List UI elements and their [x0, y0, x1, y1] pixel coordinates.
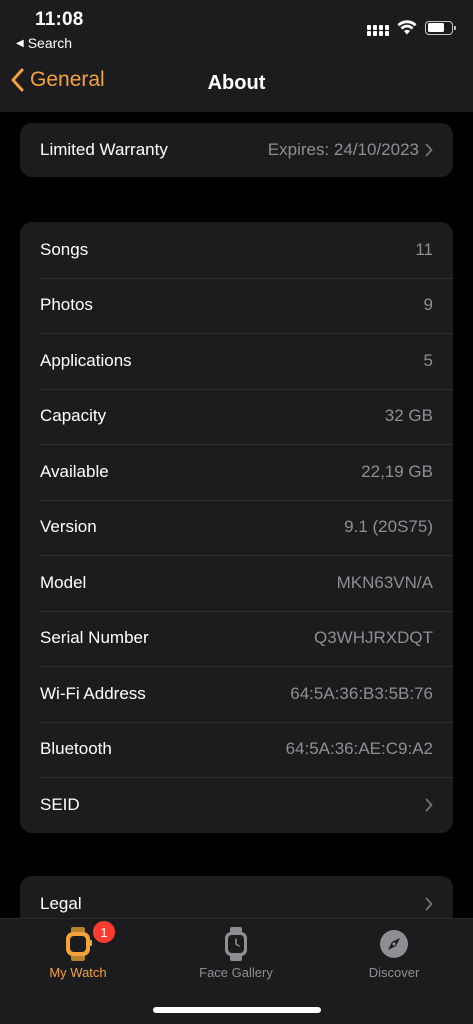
info-row-applications: Applications 5 — [20, 333, 453, 389]
info-value: MKN63VN/A — [336, 572, 433, 592]
notification-badge: 1 — [93, 921, 115, 943]
cellular-signal-icon — [367, 25, 389, 30]
info-label: Wi-Fi Address — [40, 683, 146, 703]
chevron-right-icon — [425, 897, 433, 911]
info-row-songs: Songs 11 — [20, 222, 453, 278]
legal-label: Legal — [40, 893, 82, 913]
tab-face-gallery[interactable]: Face Gallery — [166, 927, 306, 980]
seid-row[interactable]: SEID — [20, 777, 453, 833]
info-label: Songs — [40, 239, 89, 259]
info-row-version: Version 9.1 (20S75) — [20, 499, 453, 556]
status-icons — [367, 20, 456, 35]
info-label: Version — [40, 517, 97, 537]
info-row-serial-number: Serial Number Q3WHJRXDQT — [20, 610, 453, 667]
tab-my-watch[interactable]: 1 My Watch — [8, 921, 148, 980]
navigation-bar: General About — [0, 56, 473, 112]
device-info-group: Songs 11 Photos 9 Applications 5 Capacit… — [20, 222, 453, 833]
limited-warranty-row[interactable]: Limited Warranty Expires: 24/10/2023 — [20, 123, 453, 177]
page-title: About — [207, 72, 266, 94]
info-label: Photos — [40, 295, 93, 315]
warranty-group: Limited Warranty Expires: 24/10/2023 — [20, 123, 453, 177]
info-label: Bluetooth — [40, 739, 112, 759]
tab-discover[interactable]: Discover — [324, 927, 464, 980]
wifi-icon — [397, 20, 417, 35]
info-value: 22,19 GB — [361, 461, 433, 481]
info-label: Available — [40, 461, 109, 481]
info-label: Serial Number — [40, 628, 149, 648]
about-screen: 11:08 ◀ Search General About Limited War… — [0, 0, 473, 1024]
info-label: Applications — [40, 350, 132, 370]
chevron-right-icon — [425, 143, 433, 157]
battery-icon — [425, 20, 456, 35]
info-row-available: Available 22,19 GB — [20, 444, 453, 500]
tab-my-watch-label: My Watch — [49, 965, 107, 980]
status-time: 11:08 — [35, 9, 84, 30]
info-label: Capacity — [40, 406, 107, 426]
back-to-app-link[interactable]: ◀ Search — [16, 35, 72, 51]
info-value: 9.1 (20S75) — [344, 517, 433, 537]
limited-warranty-value: Expires: 24/10/2023 — [267, 140, 419, 159]
info-value: 64:5A:36:AE:C9:A2 — [285, 739, 433, 759]
info-value: 5 — [423, 350, 433, 370]
home-indicator[interactable] — [153, 1007, 321, 1013]
watch-face-icon — [225, 927, 247, 961]
watch-icon — [66, 927, 92, 961]
info-value: 32 GB — [384, 406, 433, 426]
back-triangle-icon: ◀ — [16, 37, 24, 49]
tab-discover-label: Discover — [368, 965, 420, 980]
info-value: 9 — [423, 295, 433, 315]
compass-icon — [380, 930, 408, 958]
info-row-wifi-address: Wi-Fi Address 64:5A:36:B3:5B:76 — [20, 666, 453, 722]
info-value: 11 — [415, 239, 433, 259]
back-to-app-label: Search — [27, 35, 73, 51]
info-row-bluetooth: Bluetooth 64:5A:36:AE:C9:A2 — [20, 721, 453, 778]
chevron-right-icon — [425, 798, 433, 812]
limited-warranty-label: Limited Warranty — [40, 140, 168, 159]
info-row-model[interactable]: Model MKN63VN/A — [20, 555, 453, 611]
seid-label: SEID — [40, 794, 80, 814]
info-row-photos: Photos 9 — [20, 277, 453, 334]
status-bar: 11:08 ◀ Search — [0, 0, 473, 56]
tab-face-gallery-label: Face Gallery — [199, 965, 273, 980]
info-value: 64:5A:36:B3:5B:76 — [290, 683, 433, 703]
info-label: Model — [40, 572, 87, 592]
info-row-capacity: Capacity 32 GB — [20, 388, 453, 445]
info-value: Q3WHJRXDQT — [314, 628, 433, 648]
